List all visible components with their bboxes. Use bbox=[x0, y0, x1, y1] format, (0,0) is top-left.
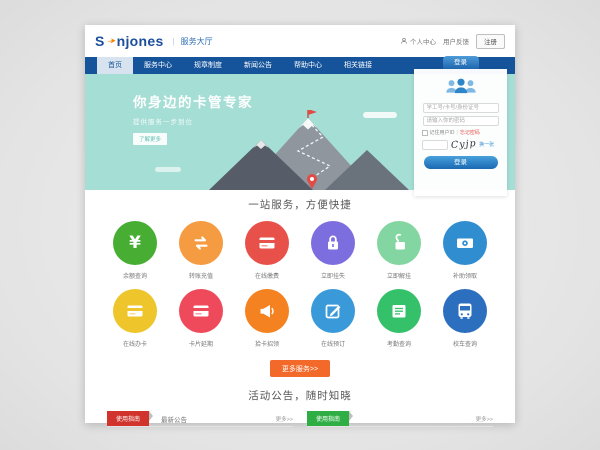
tab-guide-red[interactable]: 使用指南 bbox=[107, 411, 149, 426]
brand-text: S bbox=[95, 33, 105, 49]
list-icon bbox=[377, 289, 421, 333]
more-link[interactable]: 更多>> bbox=[476, 415, 493, 423]
service-item[interactable]: 立即挂失 bbox=[303, 221, 363, 280]
service-item[interactable]: 校车查询 bbox=[435, 289, 495, 348]
hero-title: 你身边的卡管专家 bbox=[133, 91, 253, 111]
hero-subtitle: 提供服务一步到位 bbox=[133, 116, 253, 126]
nav-item-news[interactable]: 新闻公告 bbox=[233, 57, 283, 74]
brand-logo[interactable]: S njones bbox=[95, 33, 164, 49]
hero-cta-button[interactable]: 了解更多 bbox=[133, 133, 167, 145]
unlock-icon bbox=[377, 221, 421, 265]
site-header: S njones |服务大厅 个人中心 用户反馈 注册 bbox=[85, 25, 515, 57]
service-item[interactable]: 转账充值 bbox=[171, 221, 231, 280]
register-button[interactable]: 注册 bbox=[476, 34, 505, 49]
remember-label: 记住用户ID bbox=[430, 129, 455, 136]
service-item[interactable]: 在线缴费 bbox=[237, 221, 297, 280]
captcha-input[interactable] bbox=[422, 140, 448, 150]
captcha-refresh-link[interactable]: 换一张 bbox=[479, 141, 494, 148]
nav-item-home[interactable]: 首页 bbox=[97, 57, 133, 74]
service-item[interactable]: ¥ 余额查询 bbox=[105, 221, 165, 280]
nav-item-links[interactable]: 相关链接 bbox=[333, 57, 383, 74]
service-item[interactable]: 考勤查询 bbox=[369, 289, 429, 348]
remember-checkbox[interactable] bbox=[422, 130, 428, 136]
announcement-tabbar: 使用指南 最新公告 更多>> bbox=[107, 411, 293, 427]
website-page: S njones |服务大厅 个人中心 用户反馈 注册 首页 服务中心 规章制度… bbox=[85, 25, 515, 423]
transfer-icon bbox=[179, 221, 223, 265]
forgot-password-link[interactable]: 忘记密码 bbox=[460, 129, 480, 136]
hero-banner: 你身边的卡管专家 提供服务一步到位 了解更多 登录 bbox=[85, 74, 515, 190]
service-item[interactable]: 在线办卡 bbox=[105, 289, 165, 348]
yen-icon: ¥ bbox=[113, 221, 157, 265]
announcements-section: 活动公告，随时知晓 使用指南 最新公告 更多>> 使用指南 更多>> bbox=[85, 377, 515, 427]
users-group-icon bbox=[414, 76, 507, 100]
tab-guide-green[interactable]: 使用指南 bbox=[307, 411, 349, 426]
nav-item-service-center[interactable]: 服务中心 bbox=[133, 57, 183, 74]
nav-item-help[interactable]: 帮助中心 bbox=[283, 57, 333, 74]
captcha-image: Cyjp bbox=[450, 138, 477, 151]
login-tab[interactable]: 登录 bbox=[443, 56, 479, 69]
tab-latest-news[interactable]: 最新公告 bbox=[161, 414, 187, 424]
services-section: 一站服务，方便快捷 ¥ 余额查询 转账充值 在线缴费 bbox=[85, 190, 515, 377]
megaphone-icon bbox=[245, 289, 289, 333]
card-icon bbox=[113, 289, 157, 333]
more-services-button[interactable]: 更多服务>> bbox=[270, 360, 330, 377]
password-input[interactable] bbox=[423, 116, 499, 126]
service-item[interactable]: 卡片延期 bbox=[171, 289, 231, 348]
user-feedback-link[interactable]: 用户反馈 bbox=[443, 36, 469, 46]
card-icon bbox=[245, 221, 289, 265]
announcements-title: 活动公告，随时知晓 bbox=[85, 388, 515, 403]
card-icon bbox=[179, 289, 223, 333]
personal-center-link[interactable]: 个人中心 bbox=[400, 36, 436, 46]
edit-icon bbox=[311, 289, 355, 333]
cloud-shape bbox=[155, 167, 181, 172]
login-submit-button[interactable]: 登录 bbox=[424, 156, 498, 169]
service-item[interactable]: 立即解挂 bbox=[369, 221, 429, 280]
bus-icon bbox=[443, 289, 487, 333]
user-icon bbox=[400, 37, 408, 45]
service-item[interactable]: 拾卡招领 bbox=[237, 289, 297, 348]
announcement-tabbar: 使用指南 更多>> bbox=[307, 411, 493, 427]
more-link[interactable]: 更多>> bbox=[276, 415, 293, 423]
brand-arrow-icon bbox=[106, 36, 116, 46]
service-item[interactable]: 补助领取 bbox=[435, 221, 495, 280]
banknote-icon bbox=[443, 221, 487, 265]
service-item[interactable]: 在线预订 bbox=[303, 289, 363, 348]
lock-icon bbox=[311, 221, 355, 265]
portal-title: |服务大厅 bbox=[173, 36, 213, 47]
account-input[interactable] bbox=[423, 103, 499, 113]
nav-item-rules[interactable]: 规章制度 bbox=[183, 57, 233, 74]
services-title: 一站服务，方便快捷 bbox=[85, 197, 515, 212]
login-panel: 登录 记住用户ID | 忘记密码 Cyjp 换一张 登录 bbox=[414, 69, 507, 196]
